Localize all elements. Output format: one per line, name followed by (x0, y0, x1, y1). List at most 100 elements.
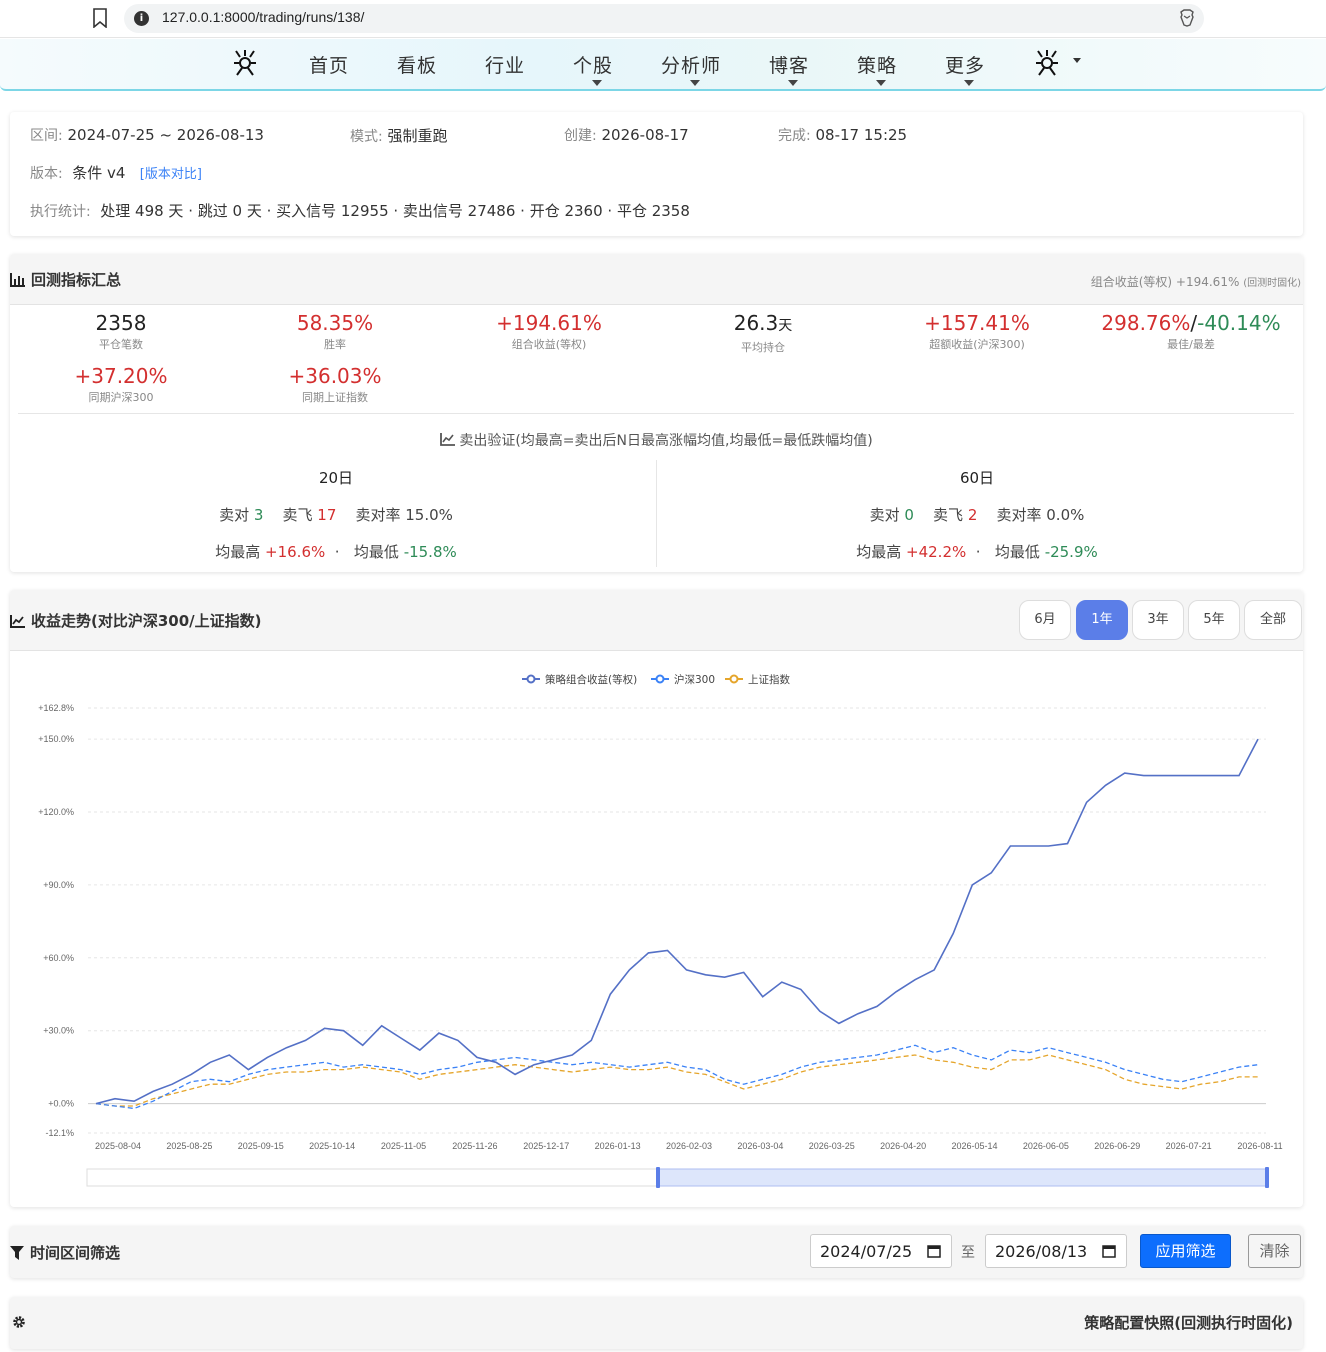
x-tick-label: 2025-11-05 (381, 1141, 426, 1151)
run-version: 版本: 条件 v4 [版本对比] (30, 164, 202, 182)
x-tick-label: 2025-11-26 (452, 1141, 497, 1151)
period-60-title: 60日 (959, 469, 995, 487)
returns-chart[interactable]: +162.8% +150.0% +120.0% +90.0% +60.0% +30.0% +… (10, 651, 1303, 1207)
y-tick-label: +90.0% (43, 880, 74, 890)
apply-filter-button[interactable]: 应用筛选 (1140, 1234, 1231, 1268)
x-tick-label: 2025-10-14 (309, 1141, 355, 1151)
metrics-divider (18, 413, 1294, 414)
y-tick-label: +120.0% (38, 807, 74, 817)
period-60-avg: 均最高 +42.2% · 均最低 -25.9% (856, 543, 1098, 561)
filter-icon (10, 1246, 24, 1260)
date-to-input[interactable]: 2026/08/13 (985, 1234, 1127, 1268)
y-tick-label: +150.0% (38, 734, 74, 744)
config-title: 策略配置快照(回测执行时固化) (1084, 1314, 1293, 1332)
chevron-down-icon (964, 80, 974, 86)
main-nav: 首页 看板 行业 个股 分析师 博客 策略 更多 (0, 39, 1326, 91)
x-tick-label: 2025-08-25 (166, 1141, 212, 1151)
x-tick-label: 2026-03-04 (737, 1141, 783, 1151)
chevron-down-icon (690, 80, 700, 86)
period-20-avg: 均最高 +16.6% · 均最低 -15.8% (215, 543, 457, 561)
nav-analyst[interactable]: 分析师 (661, 51, 721, 78)
period-20-title: 20日 (318, 469, 354, 487)
series-line (95, 1044, 1259, 1110)
site-logo-icon[interactable] (232, 49, 258, 77)
zoom-handle-left[interactable] (656, 1167, 660, 1188)
nav-more[interactable]: 更多 (945, 51, 985, 78)
chart-title: 收益走势(对比沪深300/上证指数) (10, 610, 262, 631)
gear-icon (13, 1316, 25, 1328)
date-from-input[interactable]: 2024/07/25 (810, 1234, 952, 1268)
legend-label: 沪深300 (674, 673, 715, 686)
x-tick-label: 2026-04-20 (880, 1141, 926, 1151)
range-5y-button[interactable]: 5年 (1188, 600, 1240, 640)
user-avatar-icon[interactable] (1034, 49, 1060, 77)
version-compare-link[interactable]: [版本对比] (140, 167, 202, 182)
sell-verify-title: 卖出验证(均最高=卖出后N日最高涨幅均值,均最低=最低跌幅均值) (10, 430, 1303, 450)
brave-shield-icon[interactable] (1178, 9, 1196, 27)
nav-home[interactable]: 首页 (309, 51, 349, 78)
range-1y-button[interactable]: 1年 (1076, 600, 1128, 640)
bar-chart-icon (10, 273, 25, 287)
x-tick-label: 2026-08-11 (1237, 1141, 1282, 1151)
chevron-down-icon (876, 80, 886, 86)
y-tick-label: +30.0% (43, 1026, 74, 1036)
metrics-title: 回测指标汇总 (10, 269, 121, 290)
calendar-icon[interactable] (927, 1244, 941, 1258)
metric-closed-trades: 2358 平仓笔数 (95, 311, 147, 351)
x-tick-label: 2025-08-04 (95, 1141, 141, 1151)
run-info-card: 区间: 2024-07-25 ~ 2026-08-13 模式: 强制重跑 创建:… (10, 112, 1303, 236)
x-tick-label: 2026-07-21 (1166, 1141, 1212, 1151)
x-tick-label: 2026-06-29 (1094, 1141, 1140, 1151)
browser-toolbar: i 127.0.0.1:8000/trading/runs/138/ (0, 0, 1326, 38)
chevron-down-icon (592, 80, 602, 86)
nav-industry[interactable]: 行业 (485, 51, 525, 78)
nav-board[interactable]: 看板 (397, 51, 437, 78)
site-info-icon[interactable]: i (134, 11, 149, 26)
config-snapshot-card[interactable]: 策略配置快照(回测执行时固化) (10, 1297, 1303, 1349)
x-tick-label: 2026-01-13 (595, 1141, 641, 1151)
metric-portfolio-return: +194.61% 组合收益(等权) (496, 311, 602, 351)
run-created: 创建: 2026-08-17 (564, 126, 689, 144)
metric-avg-hold: 26.3天 平均持仓 (733, 311, 793, 354)
period-20-counts: 卖对 3 卖飞 17 卖对率 15.0% (219, 506, 453, 524)
chart-header: 收益走势(对比沪深300/上证指数) 6月 1年 3年 5年 全部 (10, 590, 1303, 651)
date-to-label: 至 (961, 1245, 975, 1261)
calendar-icon[interactable] (1102, 1244, 1116, 1258)
range-3y-button[interactable]: 3年 (1132, 600, 1184, 640)
y-tick-label: +0.0% (48, 1099, 74, 1109)
x-tick-label: 2026-06-05 (1023, 1141, 1069, 1151)
date-filter-card: 时间区间筛选 2024/07/25 至 2026/08/13 应用筛选 清除 (10, 1226, 1303, 1278)
chevron-down-icon (788, 80, 798, 86)
run-finished: 完成: 08-17 15:25 (778, 126, 908, 144)
nav-strategy[interactable]: 策略 (857, 51, 897, 78)
user-menu-caret-icon[interactable] (1073, 58, 1081, 63)
metrics-header-summary: 组合收益(等权) +194.61% (回测时固化) (1090, 275, 1301, 289)
legend-marker (526, 674, 536, 684)
y-tick-label: +60.0% (43, 953, 74, 963)
legend-marker (729, 674, 739, 684)
y-tick-label: -12.1% (45, 1128, 74, 1138)
run-range: 区间: 2024-07-25 ~ 2026-08-13 (30, 126, 264, 144)
range-6m-button[interactable]: 6月 (1019, 600, 1071, 640)
x-tick-label: 2025-12-17 (523, 1141, 569, 1151)
metric-excess-return: +157.41% 超额收益(沪深300) (924, 311, 1030, 351)
chart-card: 收益走势(对比沪深300/上证指数) 6月 1年 3年 5年 全部 +162.8… (10, 590, 1303, 1207)
x-tick-label: 2026-03-25 (809, 1141, 855, 1151)
filter-title: 时间区间筛选 (10, 1242, 120, 1263)
range-all-button[interactable]: 全部 (1244, 600, 1302, 640)
clear-filter-button[interactable]: 清除 (1248, 1234, 1301, 1268)
legend-label: 上证指数 (748, 673, 790, 686)
address-bar[interactable]: i 127.0.0.1:8000/trading/runs/138/ (124, 4, 1204, 33)
line-chart-icon (10, 615, 25, 628)
nav-stock[interactable]: 个股 (573, 51, 613, 78)
metric-best-worst: 298.76%/-40.14% 最佳/最差 (1101, 311, 1281, 351)
nav-blog[interactable]: 博客 (769, 51, 809, 78)
metric-win-rate: 58.35% 胜率 (296, 311, 374, 351)
metric-hs300: +37.20% 同期沪深300 (74, 364, 168, 404)
line-chart-icon (440, 433, 456, 446)
metrics-card: 回测指标汇总 组合收益(等权) +194.61% (回测时固化) 2358 平仓笔… (10, 254, 1303, 572)
zoom-handle-right[interactable] (1265, 1167, 1269, 1188)
bookmark-icon[interactable] (92, 8, 108, 28)
metric-sse: +36.03% 同期上证指数 (288, 364, 382, 404)
legend-marker (655, 674, 665, 684)
